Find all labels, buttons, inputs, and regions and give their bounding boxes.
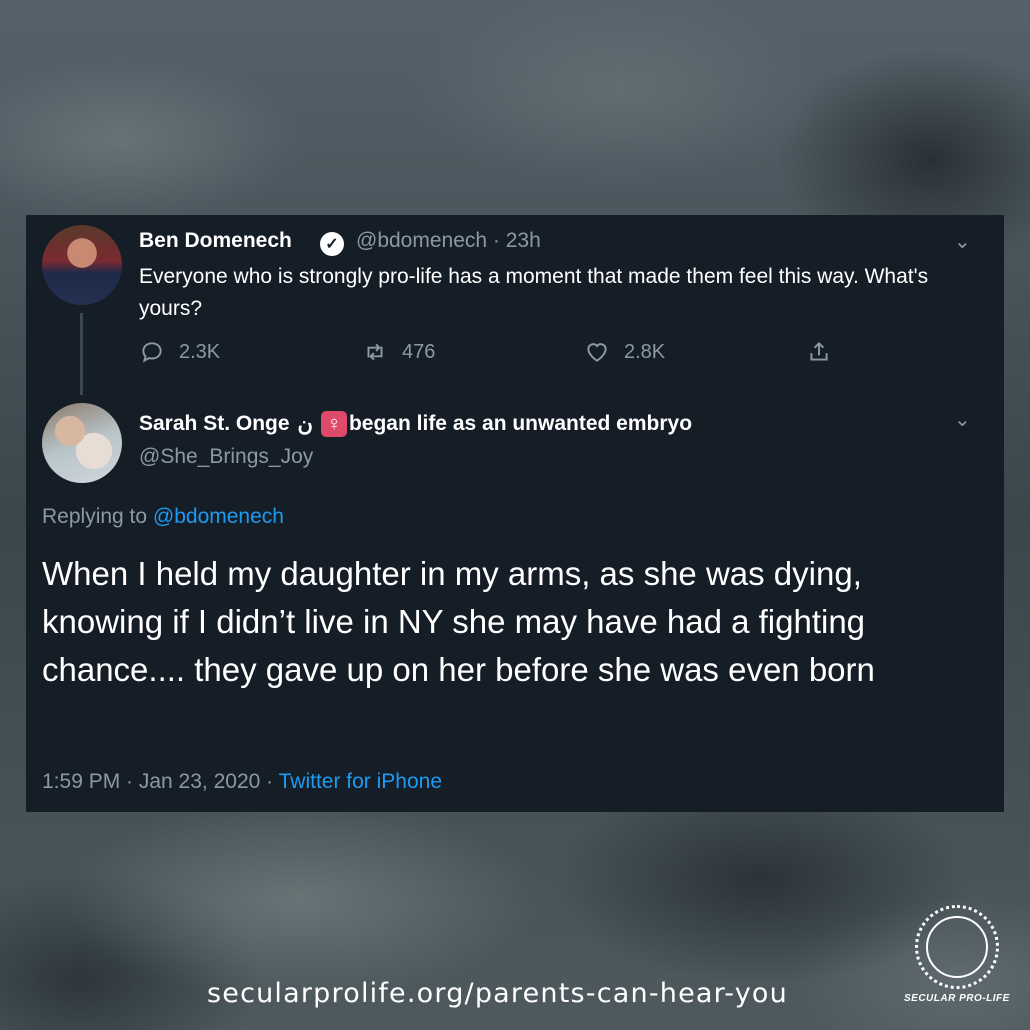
source-link[interactable]: Twitter for iPhone [279,770,442,793]
retweet-count: 476 [402,340,436,363]
reply-tweet-text: When I held my daughter in my arms, as s… [42,555,875,688]
reply-count: 2.3K [179,340,221,363]
reply-author-display-name: Sarah St. Onge [139,412,290,435]
reply-author-handle[interactable]: @She_Brings_Joy [139,445,313,469]
avatar[interactable] [42,403,122,483]
chevron-down-icon[interactable]: ⌄ [954,229,971,254]
share-button[interactable] [806,339,832,365]
footer-url: secularprolife.org/parents-can-hear-you [207,978,788,1009]
verified-icon: ✓ [320,232,344,256]
tweet-meta: 1:59 PM · Jan 23, 2020 · Twitter for iPh… [42,770,442,794]
like-button[interactable]: 2.8K [584,339,665,365]
name-symbol: ن [297,412,313,436]
replying-to: Replying to @bdomenech [42,505,284,529]
author-handle-time[interactable]: @bdomenech · 23h [356,229,541,253]
replying-to-link[interactable]: @bdomenech [153,505,284,528]
female-sign-icon: ♀ [320,411,347,437]
heart-icon [587,343,607,362]
tweet-text: Everyone who is strongly pro-life has a … [139,265,929,320]
share-icon [810,341,828,361]
embryo-icon [926,916,988,978]
author-name[interactable]: Ben Domenech [139,229,292,253]
reply-icon [142,342,162,363]
avatar[interactable] [42,225,122,305]
secular-pro-life-logo-icon [915,905,999,989]
retweet-button[interactable]: 476 [362,339,435,365]
chevron-down-icon[interactable]: ⌄ [954,407,971,432]
thread-line [80,313,83,395]
logo-text: SECULAR PRO-LIFE [904,993,1010,1004]
bio-tail: began life as an unwanted embryo [348,412,693,435]
tweet-card: Ben Domenech ✓ @bdomenech · 23h ⌄ Everyo… [26,215,1004,812]
retweet-icon [367,343,383,361]
like-count: 2.8K [624,340,666,363]
reply-author-name[interactable]: Sarah St. Onge ن ♀ began life as an unwa… [139,411,692,437]
reply-button[interactable]: 2.3K [139,339,220,365]
timestamp[interactable]: 1:59 PM · Jan 23, 2020 · [42,770,273,793]
replying-prefix: Replying to [42,505,148,528]
